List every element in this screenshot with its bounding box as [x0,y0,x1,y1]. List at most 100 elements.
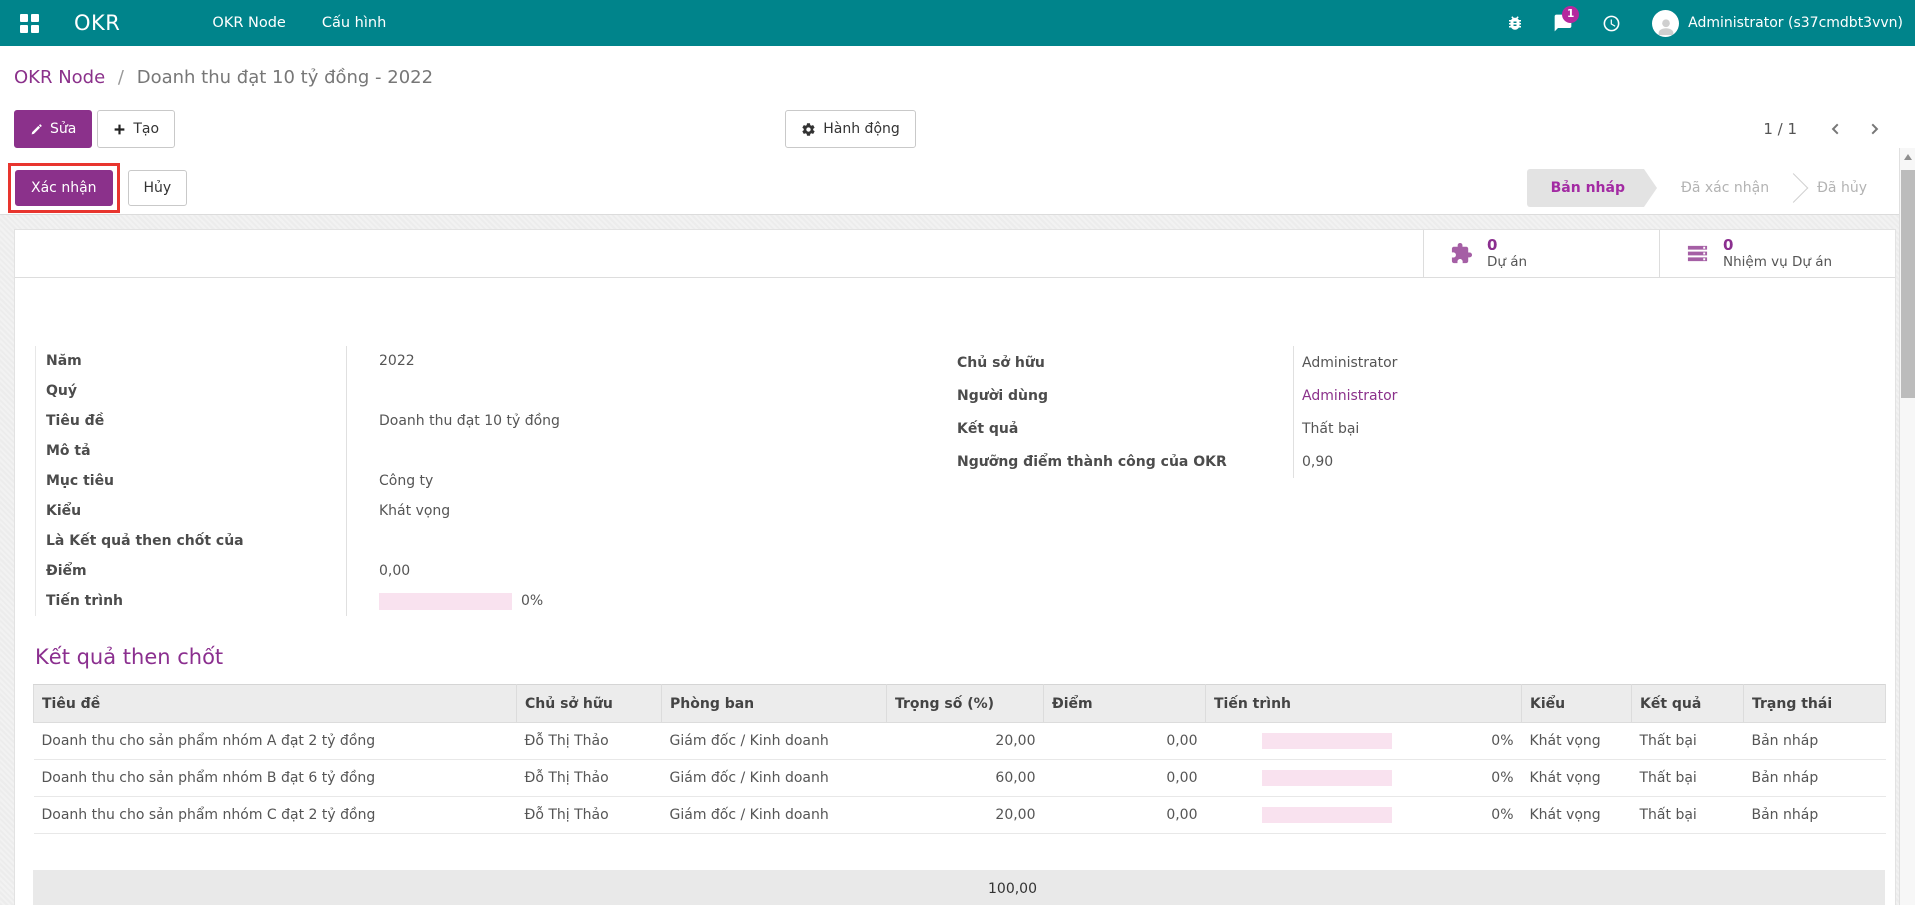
vertical-scrollbar[interactable] [1899,148,1915,905]
col-trang-thai[interactable]: Trạng thái [1744,685,1886,723]
cell-result: Thất bại [1632,797,1744,834]
field-row-ket-qua: Kết quả Thất bại [957,412,1879,445]
breadcrumb-current: Doanh thu đạt 10 tỷ đồng - 2022 [137,67,433,88]
cell-weight: 20,00 [887,797,1044,834]
menu-cau-hinh[interactable]: Cấu hình [308,0,400,46]
form-group-right: Chủ sở hữu Administrator Người dùng Admi… [957,346,1879,616]
progress-bar [379,593,512,610]
field-row-nam: Năm 2022 [46,346,915,376]
cell-score: 0,00 [1044,723,1206,760]
action-menu-button[interactable]: Hành động [785,110,916,148]
col-diem[interactable]: Điểm [1044,685,1206,723]
col-ket-qua[interactable]: Kết quả [1632,685,1744,723]
cell-type: Khát vọng [1522,723,1632,760]
user-avatar [1652,10,1679,37]
col-phong-ban[interactable]: Phòng ban [662,685,887,723]
field-label: Mô tả [46,443,346,459]
activities-clock-icon[interactable] [1594,0,1628,46]
step-da-huy[interactable]: Đã hủy [1793,169,1891,207]
messages-chat-icon[interactable]: 1 [1546,0,1580,46]
table-row[interactable]: Doanh thu cho sản phẩm nhóm C đạt 2 tỷ đ… [34,797,1886,834]
progress-bar [1262,770,1392,786]
step-da-xac-nhan[interactable]: Đã xác nhận [1657,169,1793,207]
field-label: Điểm [46,563,346,579]
table-header-row: Tiêu đề Chủ sở hữu Phòng ban Trọng số (%… [34,685,1886,723]
field-label: Ngưỡng điểm thành công của OKR [957,454,1293,470]
annotation-highlight-box: Xác nhận [8,163,120,213]
cell-department: Giám đốc / Kinh doanh [662,797,887,834]
table-row[interactable]: Doanh thu cho sản phẩm nhóm A đạt 2 tỷ đ… [34,723,1886,760]
pager-next-icon[interactable] [1861,117,1887,141]
cell-type: Khát vọng [1522,760,1632,797]
cell-progress: 0% [1206,723,1522,760]
field-value: 0% [346,586,915,616]
breadcrumb-parent-link[interactable]: OKR Node [14,67,105,88]
app-brand[interactable]: OKR [74,11,120,35]
scrollbar-thumb[interactable] [1901,170,1915,398]
user-menu[interactable]: Administrator (s37cmdbt3vvn) [1652,10,1903,37]
progress-bar [1262,733,1392,749]
col-tieu-de[interactable]: Tiêu đề [34,685,517,723]
field-value: 2022 [346,346,915,376]
cell-progress: 0% [1206,760,1522,797]
cell-owner: Đỗ Thị Thảo [517,723,662,760]
field-value: Administrator [1293,346,1879,379]
cell-title: Doanh thu cho sản phẩm nhóm B đạt 6 tỷ đ… [34,760,517,797]
statusbar-steps: Bản nháp Đã xác nhận Đã hủy [1527,169,1891,207]
stat-button-projects[interactable]: 0 Dự án [1423,230,1659,277]
field-label: Chủ sở hữu [957,355,1293,371]
step-ban-nhap[interactable]: Bản nháp [1527,169,1657,207]
cell-department: Giám đốc / Kinh doanh [662,723,887,760]
col-chu-so-huu[interactable]: Chủ sở hữu [517,685,662,723]
debug-bug-icon[interactable] [1498,0,1532,46]
field-row-tien-trinh: Tiến trình 0% [46,586,915,616]
col-trong-so[interactable]: Trọng số (%) [887,685,1044,723]
confirm-button[interactable]: Xác nhận [15,170,113,206]
cell-title: Doanh thu cho sản phẩm nhóm C đạt 2 tỷ đ… [34,797,517,834]
field-label: Năm [46,353,346,369]
cell-owner: Đỗ Thị Thảo [517,760,662,797]
gear-icon [801,122,816,137]
field-value: Doanh thu đạt 10 tỷ đồng [346,406,915,436]
col-tien-trinh[interactable]: Tiến trình [1206,685,1522,723]
cell-owner: Đỗ Thị Thảo [517,797,662,834]
field-row-chu-so-huu: Chủ sở hữu Administrator [957,346,1879,379]
top-navbar: OKR OKR Node Cấu hình 1 Administrator (s… [0,0,1915,46]
field-value: 0,90 [1293,445,1879,478]
stat-button-box: 0 Dự án 0 Nhiệm vụ Dự án [15,230,1895,278]
field-row-kieu: Kiểu Khát vọng [46,496,915,526]
statusbar: Xác nhận Hủy Bản nháp Đã xác nhận Đã hủy [0,162,1915,214]
field-value: Khát vọng [346,496,915,526]
field-label: Quý [46,383,346,399]
tasks-icon [1686,242,1709,265]
cell-progress: 0% [1206,797,1522,834]
stat-button-project-tasks[interactable]: 0 Nhiệm vụ Dự án [1659,230,1895,277]
cell-status: Bản nháp [1744,797,1886,834]
field-value: Công ty [346,466,915,496]
pager-previous-icon[interactable] [1823,117,1849,141]
table-row[interactable]: Doanh thu cho sản phẩm nhóm B đạt 6 tỷ đ… [34,760,1886,797]
field-label: Là Kết quả then chốt của [46,533,346,549]
plus-icon [113,123,126,136]
pager-counter[interactable]: 1 / 1 [1763,120,1797,138]
scrollbar-up-arrow-icon[interactable] [1900,148,1915,166]
field-label: Kết quả [957,421,1293,437]
breadcrumb: OKR Node / Doanh thu đạt 10 tỷ đồng - 20… [14,64,1915,92]
create-button[interactable]: Tạo [97,110,175,148]
field-value-link[interactable]: Administrator [1293,379,1879,412]
col-kieu[interactable]: Kiểu [1522,685,1632,723]
apps-menu-icon[interactable] [10,0,48,46]
stat-count: 0 [1723,237,1832,254]
breadcrumb-separator: / [118,67,124,88]
edit-button[interactable]: Sửa [14,110,92,148]
message-count-badge: 1 [1562,6,1579,23]
puzzle-icon [1450,242,1473,265]
cell-weight: 60,00 [887,760,1044,797]
progress-text: 0% [1491,733,1513,749]
button-row: Sửa Tạo Hành động 1 / 1 [0,110,1915,148]
field-value: 0,00 [346,556,915,586]
control-panel: OKR Node / Doanh thu đạt 10 tỷ đồng - 20… [0,46,1915,215]
menu-okr-node[interactable]: OKR Node [198,0,299,46]
cancel-button[interactable]: Hủy [128,170,188,206]
field-label: Kiểu [46,503,346,519]
